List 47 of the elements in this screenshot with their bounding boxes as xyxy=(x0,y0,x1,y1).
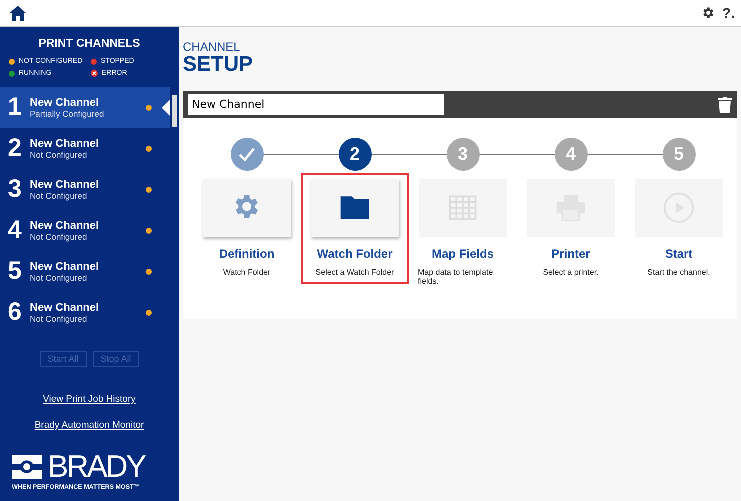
step-title: Printer xyxy=(552,247,590,261)
link[interactable]: View Print Job History xyxy=(43,394,136,405)
trash-icon[interactable] xyxy=(718,96,732,112)
channel-status: Not Configured xyxy=(30,150,88,160)
step-marker: 3 xyxy=(446,138,480,171)
logo-icon xyxy=(12,455,42,479)
step-description: Select a printer. xyxy=(542,268,600,277)
page-title: SETUP xyxy=(183,54,254,76)
channel-name-field[interactable]: New Channel xyxy=(188,94,444,115)
channel-status: Partially Configured xyxy=(30,108,106,118)
channel-number: 2 xyxy=(8,134,23,163)
page-overline: CHANNEL xyxy=(183,40,242,54)
step-title: Definition xyxy=(219,247,275,261)
settings-icon[interactable] xyxy=(700,6,715,20)
channel-name: New Channel xyxy=(30,138,100,150)
channel-number: 6 xyxy=(8,298,23,327)
channel-number: 1 xyxy=(8,93,23,122)
channel-name: New Channel xyxy=(30,220,100,232)
checkmark-icon xyxy=(238,146,256,162)
step-description: Watch Folder xyxy=(222,268,272,277)
step-marker: 4 xyxy=(554,138,588,171)
step-marker: 5 xyxy=(662,138,696,171)
channel-name: New Channel xyxy=(30,260,100,272)
home-icon[interactable] xyxy=(10,6,26,20)
channel-status: Not Configured xyxy=(30,232,88,242)
logo-wordmark: BRADY xyxy=(48,453,145,481)
channel-status: Not Configured xyxy=(30,314,88,324)
step-description: Start the channel. xyxy=(646,268,712,277)
step-marker: 2 xyxy=(338,138,372,171)
help-button[interactable]: ?. xyxy=(722,5,735,21)
step-title: Start xyxy=(665,247,693,261)
sidebar-title: PRINT CHANNELS xyxy=(38,38,142,50)
link[interactable]: Brady Automation Monitor xyxy=(34,420,144,431)
channel-status: Not Configured xyxy=(30,190,88,200)
channel-number: 5 xyxy=(8,257,23,286)
step-description: Map data to template fields. xyxy=(418,268,494,286)
channel-number: 3 xyxy=(8,175,23,204)
gear-icon xyxy=(234,195,260,221)
channel-name: New Channel xyxy=(30,178,100,190)
channel-name: New Channel xyxy=(30,96,100,108)
step-title: Map Fields xyxy=(432,247,494,261)
step-title: Watch Folder xyxy=(317,247,393,261)
step-card[interactable] xyxy=(311,179,399,237)
step-description: Select a Watch Folder xyxy=(314,268,396,277)
channel-status: Not Configured xyxy=(30,272,88,282)
channel-name: New Channel xyxy=(30,302,100,314)
channel-number: 4 xyxy=(8,216,23,245)
